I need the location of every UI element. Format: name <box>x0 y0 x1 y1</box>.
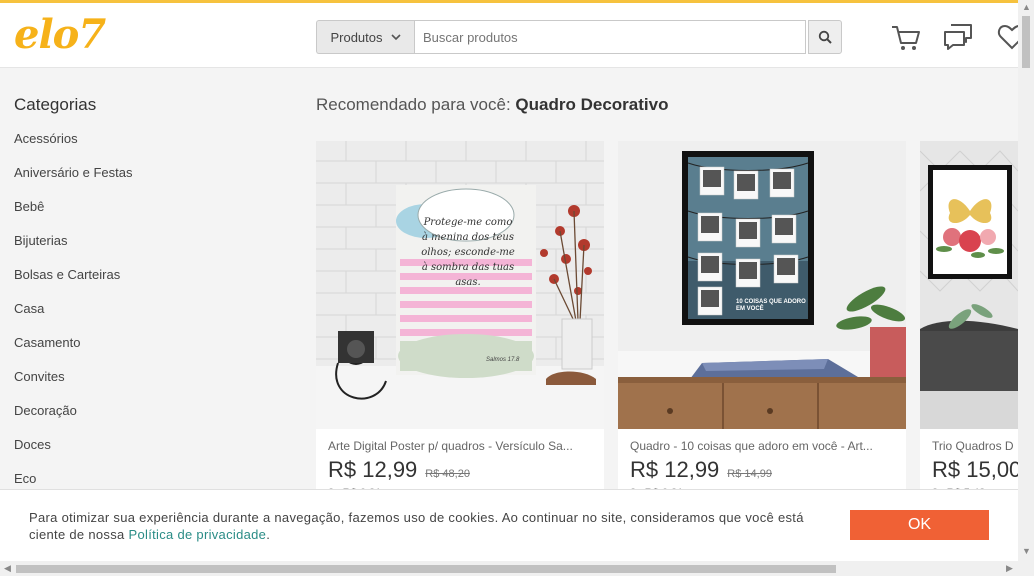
poster-reference: Salmos 17.8 <box>486 357 520 363</box>
product-price-row: R$ 12,99 R$ 48,20 <box>316 453 604 483</box>
sidebar-item-convites[interactable]: Convites <box>14 367 284 401</box>
product-price: R$ 15,00 <box>932 457 1018 482</box>
scroll-left-icon[interactable]: ◀ <box>4 563 11 574</box>
search-button[interactable] <box>808 20 842 54</box>
cookie-message-end: . <box>266 527 271 542</box>
sidebar-item-casamento[interactable]: Casamento <box>14 333 284 367</box>
product-card[interactable]: Trio Quadros D R$ 15,00 3x R$ 5,42 <box>920 141 1018 501</box>
sidebar-item-doces[interactable]: Doces <box>14 435 284 469</box>
product-title[interactable]: Quadro - 10 coisas que adoro em você - A… <box>618 429 906 453</box>
recommendation-heading: Recomendado para você: Quadro Decorativo <box>316 95 668 115</box>
frame-caption: 10 COISAS QUE ADORO EM VOCÊ <box>736 299 806 312</box>
search-input[interactable] <box>414 20 806 54</box>
horizontal-scroll-thumb[interactable] <box>16 565 836 573</box>
search-category-dropdown[interactable]: Produtos <box>316 20 414 54</box>
recommendation-prefix: Recomendado para você: <box>316 95 511 114</box>
scroll-right-icon[interactable]: ▶ <box>1006 563 1013 574</box>
top-header: elo7 Produtos <box>0 0 1027 68</box>
product-title[interactable]: Arte Digital Poster p/ quadros - Versícu… <box>316 429 604 453</box>
sidebar-item-bolsas[interactable]: Bolsas e Carteiras <box>14 265 284 299</box>
product-price: R$ 12,99 <box>630 457 720 482</box>
sidebar-item-acessorios[interactable]: Acessórios <box>14 129 284 163</box>
product-price-row: R$ 12,99 R$ 14,99 <box>618 453 906 483</box>
poster-text: Protege-me como à menina dos teus olhos;… <box>421 217 515 288</box>
cart-icon[interactable] <box>890 21 922 53</box>
cookie-banner: Para otimizar sua experiência durante a … <box>0 489 1018 561</box>
cookie-message: Para otimizar sua experiência durante a … <box>29 509 829 543</box>
sidebar-item-decoracao[interactable]: Decoração <box>14 401 284 435</box>
product-old-price: R$ 48,20 <box>425 468 470 480</box>
search-icon <box>818 30 832 44</box>
product-card[interactable]: Protege-me como à menina dos teus olhos;… <box>316 141 604 501</box>
scroll-up-icon[interactable]: ▲ <box>1022 2 1031 12</box>
sidebar-item-bebe[interactable]: Bebê <box>14 197 284 231</box>
sidebar-item-aniversario[interactable]: Aniversário e Festas <box>14 163 284 197</box>
scroll-down-icon[interactable]: ▼ <box>1022 546 1031 556</box>
search-category-label: Produtos <box>330 29 383 45</box>
sidebar-item-bijuterias[interactable]: Bijuterias <box>14 231 284 265</box>
product-title[interactable]: Trio Quadros D <box>920 429 1018 453</box>
search-bar: Produtos <box>316 20 842 54</box>
product-price: R$ 12,99 <box>328 457 418 482</box>
product-image[interactable]: Protege-me como à menina dos teus olhos;… <box>316 141 604 429</box>
chat-icon[interactable] <box>942 21 974 53</box>
sidebar-item-casa[interactable]: Casa <box>14 299 284 333</box>
category-sidebar: Categorias Acessórios Aniversário e Fest… <box>14 95 284 503</box>
product-image[interactable]: 10 COISAS QUE ADORO EM VOCÊ <box>618 141 906 429</box>
trio-frames-scene-image <box>920 141 1018 429</box>
elo7-logo[interactable]: elo7 <box>14 11 106 58</box>
vertical-scroll-thumb[interactable] <box>1022 16 1030 68</box>
product-card[interactable]: 10 COISAS QUE ADORO EM VOCÊ Quadro - 10 … <box>618 141 906 501</box>
product-old-price: R$ 14,99 <box>727 468 772 480</box>
privacy-policy-link[interactable]: Política de privacidade <box>129 527 267 542</box>
sidebar-title: Categorias <box>14 95 97 114</box>
product-image[interactable] <box>920 141 1018 429</box>
recommendation-topic: Quadro Decorativo <box>515 95 669 114</box>
wall-frame-scene-image <box>618 141 906 429</box>
vertical-scrollbar[interactable]: ▲ ▼ <box>1018 0 1034 561</box>
cookie-ok-button[interactable]: OK <box>850 510 989 540</box>
chevron-down-icon <box>390 33 401 40</box>
horizontal-scrollbar[interactable]: ◀ ▶ <box>0 561 1034 576</box>
product-price-row: R$ 15,00 <box>920 453 1018 483</box>
